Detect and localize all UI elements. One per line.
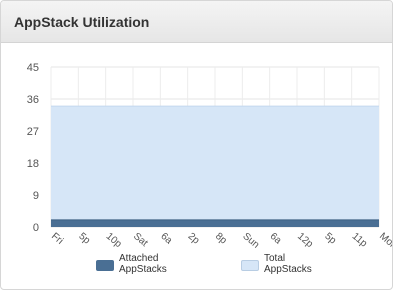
- y-tick-label: 0: [33, 222, 39, 234]
- legend-swatch-attached: [96, 260, 114, 271]
- panel-title: AppStack Utilization: [14, 14, 150, 30]
- x-tick-label: 5p: [76, 231, 92, 247]
- legend-swatch-total: [241, 260, 259, 271]
- x-tick-label: Sun: [240, 231, 261, 251]
- legend-label-total: Total AppStacks: [264, 253, 344, 275]
- x-tick-label: 6a: [268, 231, 284, 247]
- area-series-total-appstacks[interactable]: [51, 106, 379, 227]
- legend-label-attached-line1: Attached: [119, 253, 159, 264]
- y-tick-label: 27: [27, 126, 39, 138]
- panel-header: AppStack Utilization: [1, 1, 392, 43]
- x-tick-label: Mon: [377, 231, 393, 252]
- legend-label-total-line1: Total: [264, 253, 286, 264]
- x-tick-label: 10p: [104, 231, 124, 250]
- x-tick-label: Sat: [131, 231, 150, 249]
- y-tick-label: 9: [33, 190, 39, 202]
- legend-label-attached: Attached AppStacks: [119, 253, 199, 275]
- x-tick-label: 5p: [322, 231, 338, 247]
- y-tick-label: 18: [27, 158, 39, 170]
- legend-label-total-line2: AppStacks: [264, 264, 312, 275]
- appstack-utilization-panel: AppStack Utilization 0 9 18 27 36 45 Fri 5p 10p…: [0, 0, 393, 290]
- x-tick-label: 11p: [350, 231, 370, 250]
- y-tick-label: 45: [27, 62, 39, 74]
- y-tick-label: 36: [27, 94, 39, 106]
- x-tick-label: 2p: [186, 231, 202, 247]
- series-layer: [51, 105, 379, 227]
- utilization-area-chart: 0 9 18 27 36 45 Fri 5p 10p Sat 6a 2p 8p Sun 6a 12p 5p 11…: [27, 62, 393, 252]
- area-series-attached-appstacks[interactable]: [51, 219, 379, 227]
- x-tick-label: 6a: [158, 231, 174, 247]
- y-axis-ticks: 0 9 18 27 36 45: [27, 62, 39, 234]
- legend-label-attached-line2: AppStacks: [119, 264, 167, 275]
- x-tick-label: 8p: [213, 231, 229, 247]
- x-tick-label: Fri: [49, 231, 65, 247]
- x-axis-ticks: Fri 5p 10p Sat 6a 2p 8p Sun 6a 12p 5p 11p Mon: [49, 231, 393, 252]
- x-tick-label: 12p: [295, 231, 315, 250]
